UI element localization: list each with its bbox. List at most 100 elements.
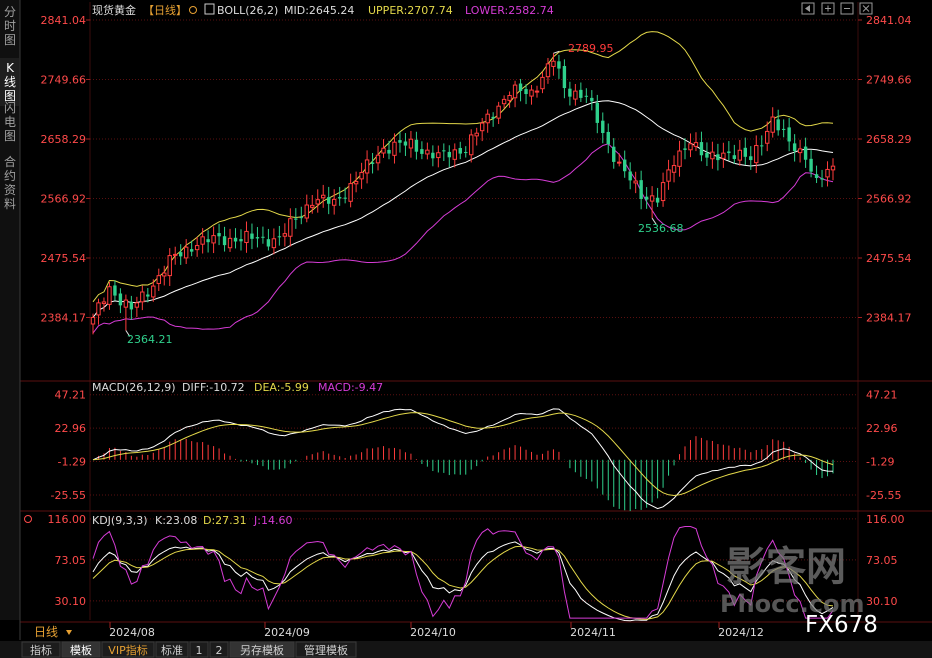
candle-body [134, 302, 140, 308]
candle-body [534, 90, 540, 93]
candle-body [770, 116, 775, 133]
bottom-tab-1[interactable]: 模板 [61, 641, 101, 658]
sidebar-tab-char: K [6, 61, 15, 75]
candle [321, 184, 326, 208]
candle-body [151, 285, 156, 298]
candle [639, 170, 643, 210]
candle [183, 239, 189, 265]
close-icon[interactable] [859, 2, 873, 15]
candle-body [479, 122, 485, 132]
candle [211, 226, 216, 254]
candle [716, 143, 720, 171]
boll-bands [92, 31, 834, 334]
candle [825, 161, 830, 187]
candle-body [683, 148, 687, 150]
sidebar-tab-2[interactable]: 闪电图 [4, 101, 16, 143]
candle-body [261, 236, 265, 238]
candle [628, 162, 632, 190]
candle [721, 142, 726, 168]
candle [442, 143, 446, 161]
sidebar-tab-0[interactable]: 分时图 [4, 5, 16, 47]
indicator-settings-icon[interactable] [204, 3, 215, 15]
candle-body [167, 255, 172, 277]
candle-body [398, 140, 402, 143]
candle-body [179, 252, 183, 257]
candle-body [304, 204, 309, 219]
boll-toggle-icon[interactable] [189, 6, 197, 14]
candle [485, 109, 490, 133]
price-y-tick-left: 2658.29 [41, 133, 87, 146]
candle [156, 268, 161, 291]
candle-body [408, 138, 414, 149]
candle [529, 84, 534, 105]
candle-body [282, 233, 288, 237]
candle [420, 141, 424, 160]
candle [266, 228, 271, 251]
diff-line [92, 408, 834, 510]
candle [304, 194, 309, 223]
x-axis-label: 2024/11 [570, 626, 616, 639]
candle [134, 296, 140, 318]
kdj-y-tick-right: 73.05 [866, 554, 898, 567]
bottom-tab-2[interactable]: VIP指标 [101, 641, 155, 658]
kdj-settings-icon[interactable] [24, 515, 32, 523]
sidebar-tab-char: 图 [4, 129, 16, 143]
zoom-in-icon[interactable] [821, 2, 835, 15]
prev-icon[interactable] [801, 2, 815, 15]
period-button[interactable]: 日线 [34, 625, 72, 639]
candle [447, 145, 451, 168]
bottom-tab-label: 标准 [161, 643, 183, 657]
x-axis: 日线 2024/08 2024/09 2024/10 2024/11 2024/12 [34, 622, 764, 639]
candle-body [348, 183, 353, 202]
sidebar-tab-char: 分 [4, 5, 16, 19]
candle-body [573, 90, 578, 100]
candle-body [666, 169, 671, 182]
candle [431, 145, 435, 167]
lower-label: LOWER:2582.74 [465, 4, 554, 17]
candle-body [183, 246, 189, 259]
zoom-out-icon[interactable] [840, 2, 854, 15]
candle-body [129, 301, 134, 310]
candle-body [721, 152, 726, 159]
candle [743, 137, 747, 165]
candle [534, 85, 540, 98]
bottom-tab-5[interactable]: 2 [209, 641, 229, 658]
price-y-tick-left: 2475.54 [41, 252, 87, 265]
candle [375, 145, 381, 171]
bottom-tab-7[interactable]: 管理模板 [295, 641, 357, 658]
candle [501, 95, 507, 109]
bottom-tab-6[interactable]: 另存模板 [229, 641, 295, 658]
candle-body [113, 285, 117, 296]
bottom-tab-label: VIP指标 [108, 643, 147, 657]
bottom-tab-3[interactable]: 标准 [155, 641, 189, 658]
candle-body [447, 151, 451, 158]
candle [222, 226, 227, 252]
candle [507, 91, 512, 108]
candle [294, 208, 298, 229]
bottom-tab-0[interactable]: 指标 [21, 641, 61, 658]
candle [348, 173, 353, 208]
candle-body [364, 159, 370, 174]
j-label: J:14.60 [253, 514, 292, 527]
price-y-tick-right: 2841.04 [866, 14, 912, 27]
macd-y-tick-right: 47.21 [866, 389, 898, 402]
candle-body [737, 149, 743, 161]
candle-body [803, 146, 808, 160]
candle [633, 171, 638, 194]
boll-upper-line [92, 31, 834, 303]
candle [227, 228, 233, 252]
candle [370, 152, 375, 174]
candle [359, 162, 364, 189]
price-y-tick-left: 2749.66 [41, 74, 87, 87]
candle [250, 223, 254, 250]
candle [732, 144, 737, 164]
bottom-tab-4[interactable]: 1 [189, 641, 209, 658]
candle-body [299, 217, 303, 219]
candle [129, 295, 134, 320]
candle-body [732, 155, 737, 159]
sidebar-tab-3[interactable]: 合约资料 [4, 154, 16, 211]
candle-body [436, 152, 441, 159]
macd-legend: MACD(26,12,9) DIFF:-10.72 DEA:-5.99 MACD… [92, 381, 383, 394]
candle-body [595, 102, 599, 123]
candle-body [606, 131, 610, 145]
